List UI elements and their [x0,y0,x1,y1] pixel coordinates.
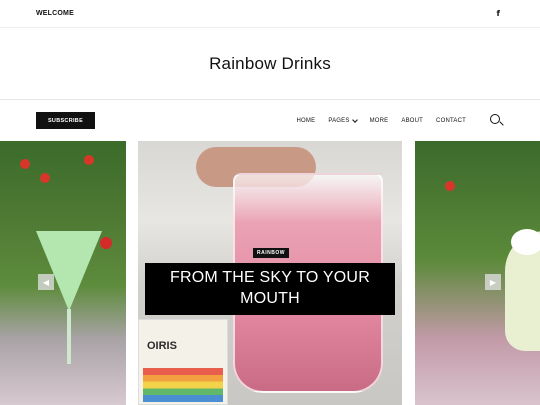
nav-item-pages-label: PAGES [328,117,350,124]
subscribe-button[interactable]: SUBSCRIBE [36,112,95,129]
main-nav: SUBSCRIBE HOME PAGES MORE ABOUT CONTACT [0,100,540,141]
chevron-down-icon [351,116,358,123]
nav-item-contact[interactable]: CONTACT [436,118,466,124]
rainbow-stripes [143,368,223,402]
flower-decoration [84,155,94,165]
chevron-left-icon[interactable]: ◀ [38,274,54,290]
green-cocktail-glass [36,231,102,371]
category-badge[interactable]: RAINBOW [253,248,289,258]
chevron-right-icon[interactable]: ▶ [485,274,501,290]
facebook-icon[interactable]: f [497,9,500,18]
nav-item-about[interactable]: ABOUT [401,118,423,124]
featured-post-title[interactable]: FROM THE SKY TO YOUR MOUTH [145,263,395,315]
sign-text: OIRIS [147,340,177,352]
flower-decoration [445,181,455,191]
nav-item-more[interactable]: MORE [370,118,389,124]
site-header: Rainbow Drinks [0,28,540,100]
slide-image-right[interactable] [415,141,540,405]
nav-item-home[interactable]: HOME [297,118,316,124]
nav-menu: HOME PAGES MORE ABOUT CONTACT [284,113,504,128]
cherry-garnish [100,237,112,249]
flower-decoration [20,159,30,169]
site-title[interactable]: Rainbow Drinks [209,54,331,74]
top-bar: WELCOME f [0,0,540,28]
flower-decoration [40,173,50,183]
search-icon[interactable] [490,113,504,128]
menu-sign: OIRIS [138,319,228,405]
welcome-text: WELCOME [36,10,74,17]
whipped-cream [511,229,540,255]
nav-item-pages[interactable]: PAGES [328,116,358,124]
slide-image-left[interactable] [0,141,126,405]
